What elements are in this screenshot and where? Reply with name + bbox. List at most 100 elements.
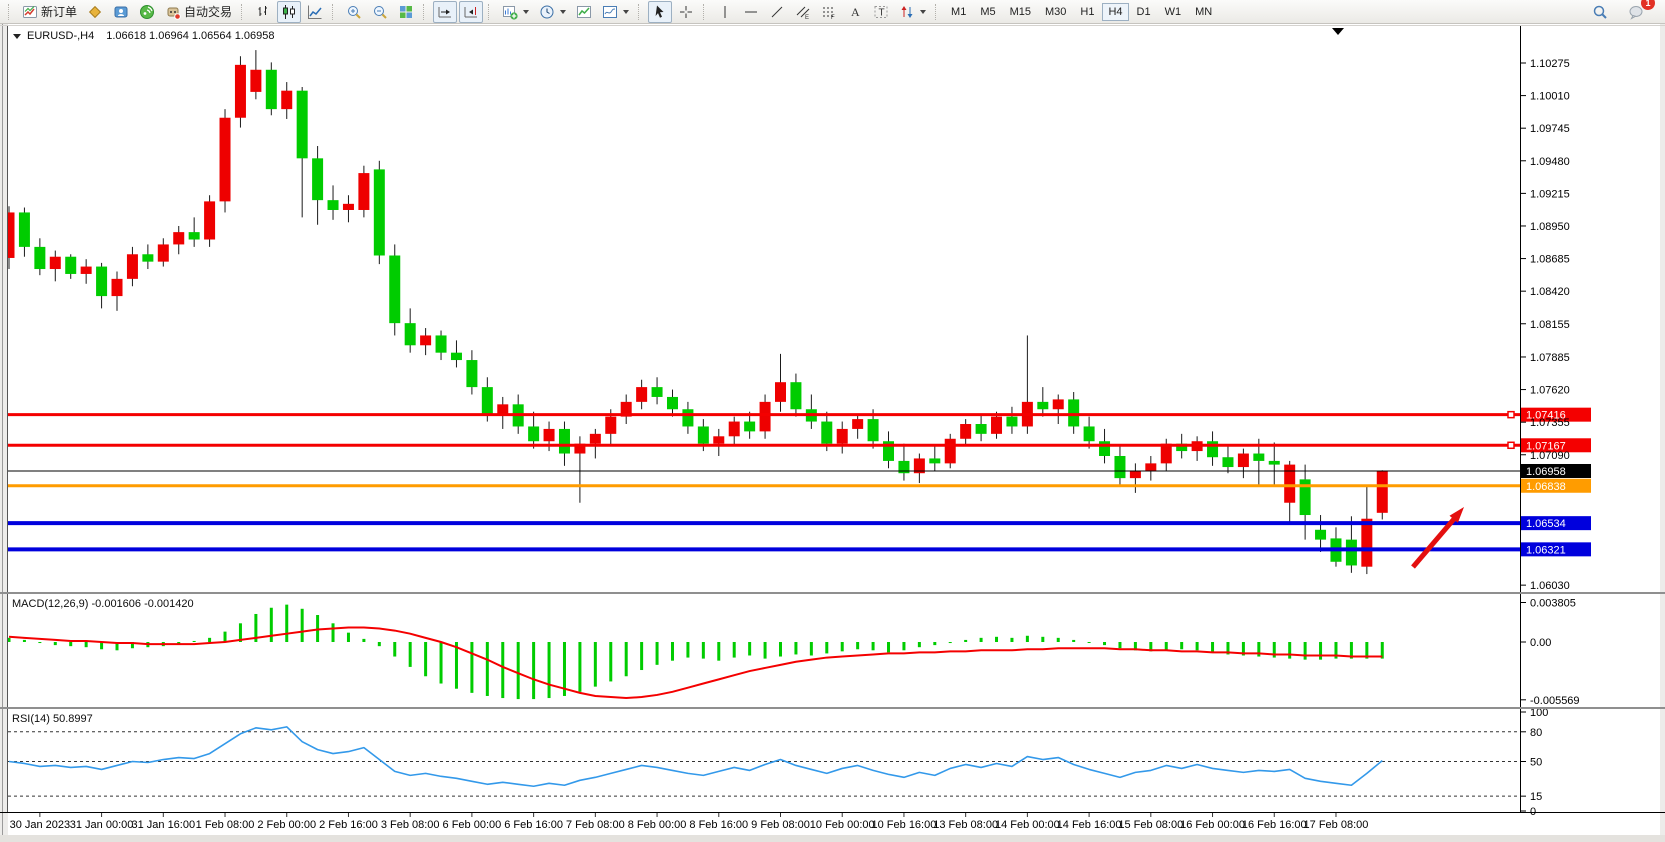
candlestick-chart-button[interactable] [277, 1, 301, 23]
virtual-hosting-button[interactable] [109, 1, 133, 23]
candle-body [729, 422, 740, 437]
candle-body [189, 232, 200, 239]
chart-title: EURUSD-,H41.06618 1.06964 1.06564 1.0695… [13, 30, 274, 42]
macd-histogram-bar [671, 642, 674, 661]
tile-windows-button[interactable] [394, 1, 418, 23]
candle-body [158, 244, 169, 261]
cursor-button[interactable] [648, 1, 672, 23]
candle-body [297, 91, 308, 159]
pane-splitter[interactable] [0, 707, 1665, 709]
signals-button[interactable] [135, 1, 159, 23]
timeframe-h4[interactable]: H4 [1102, 3, 1128, 21]
candle-body [636, 387, 647, 402]
fibonacci-button[interactable]: F [817, 1, 841, 23]
candle-body [96, 267, 107, 297]
chart-plot-area[interactable] [8, 26, 1520, 592]
new-order-button[interactable]: 新订单 [18, 1, 81, 23]
macd-tick-label: 0.003805 [1530, 598, 1576, 610]
chart-shift-button[interactable] [459, 1, 483, 23]
bar-chart-button[interactable] [251, 1, 275, 23]
macd-histogram-bar [933, 642, 936, 645]
vertical-line-icon [717, 4, 733, 20]
pane-splitter[interactable] [0, 592, 1665, 594]
time-tick-label: 10 Feb 16:00 [872, 819, 937, 831]
macd-histogram-bar [69, 642, 72, 646]
timeframe-h1[interactable]: H1 [1074, 3, 1100, 21]
rsi-indicator-label: RSI(14) 50.8997 [12, 713, 93, 725]
main-toolbar: 新订单 自动交易 E F AT M1M5M15M30H1H4D1W1MN 1 [0, 0, 1665, 24]
candle-body [1253, 454, 1264, 461]
macd-histogram-bar [501, 642, 504, 698]
period-button[interactable] [535, 1, 570, 23]
vertical-line-button[interactable] [713, 1, 737, 23]
macd-histogram-bar [455, 642, 458, 689]
text-button[interactable]: A [843, 1, 867, 23]
zoom-out-button[interactable] [368, 1, 392, 23]
candle-body [173, 232, 184, 244]
candle-body [868, 419, 879, 441]
horizontal-line-button[interactable] [739, 1, 763, 23]
candle-body [312, 158, 323, 200]
timeframe-m30[interactable]: M30 [1039, 3, 1072, 21]
chat-button[interactable]: 1 [1624, 1, 1648, 23]
algo-trading-button[interactable]: 自动交易 [161, 1, 236, 23]
timeframe-d1[interactable]: D1 [1131, 3, 1157, 21]
hline-handle[interactable] [1508, 442, 1514, 448]
search-button[interactable] [1588, 1, 1612, 23]
macd-histogram-bar [224, 632, 227, 642]
timeframe-w1[interactable]: W1 [1159, 3, 1188, 21]
text-label-button[interactable]: T [869, 1, 893, 23]
symbol-dropdown-icon[interactable] [13, 34, 21, 39]
candle-body [744, 422, 755, 432]
time-tick-label: 30 Jan 2023 [10, 819, 71, 831]
candle-body [266, 70, 277, 109]
candle-body [127, 254, 138, 279]
macd-histogram-bar [1304, 642, 1307, 660]
candle-body [220, 118, 231, 202]
dropdown-caret-icon[interactable] [560, 10, 566, 14]
hline-handle[interactable] [1508, 412, 1514, 418]
macd-histogram-bar [980, 638, 983, 642]
indicators-button[interactable] [572, 1, 596, 23]
macd-histogram-bar [733, 642, 736, 658]
algo-trading-button-label: 自动交易 [184, 3, 232, 20]
rsi-tick-label: 15 [1530, 791, 1542, 803]
candle-body [420, 335, 431, 345]
candle-body [1053, 399, 1064, 409]
macd-histogram-bar [1211, 642, 1214, 652]
toolbar-separator [332, 4, 337, 20]
timeframe-m5[interactable]: M5 [974, 3, 1001, 21]
toolbar-separator [423, 4, 428, 20]
candle-body [389, 255, 400, 323]
macd-histogram-bar [54, 642, 57, 645]
new-chart-button[interactable] [498, 1, 533, 23]
candle-body [1377, 471, 1388, 513]
metaeditor-button[interactable] [83, 1, 107, 23]
auto-scroll-button[interactable] [433, 1, 457, 23]
dropdown-caret-icon[interactable] [920, 10, 926, 14]
template-button[interactable] [598, 1, 633, 23]
line-chart-button[interactable] [303, 1, 327, 23]
timeframe-m15[interactable]: M15 [1004, 3, 1037, 21]
arrows-button[interactable] [895, 1, 930, 23]
candle-body [652, 387, 663, 397]
candle-body [328, 200, 339, 210]
candle-body [991, 417, 1002, 434]
trendline-button[interactable] [765, 1, 789, 23]
crosshair-button[interactable] [674, 1, 698, 23]
equidistant-channel-button[interactable]: E [791, 1, 815, 23]
notification-badge: 1 [1641, 0, 1655, 10]
macd-histogram-bar [100, 642, 103, 649]
macd-histogram-bar [964, 640, 967, 642]
dropdown-caret-icon[interactable] [623, 10, 629, 14]
timeframe-mn[interactable]: MN [1189, 3, 1218, 21]
candle-body [374, 169, 385, 255]
svg-text:F: F [831, 15, 835, 20]
macd-histogram-bar [393, 642, 396, 657]
macd-histogram-bar [887, 642, 890, 652]
macd-histogram-bar [1010, 638, 1013, 642]
zoom-in-button[interactable] [342, 1, 366, 23]
dropdown-caret-icon[interactable] [523, 10, 529, 14]
robot-icon [165, 4, 181, 20]
timeframe-m1[interactable]: M1 [945, 3, 972, 21]
